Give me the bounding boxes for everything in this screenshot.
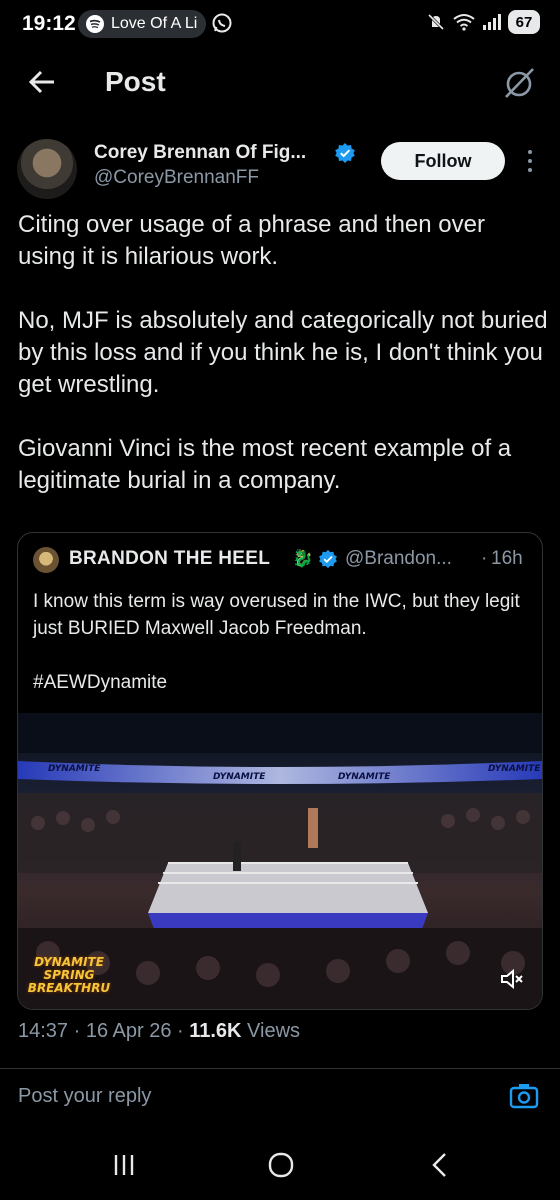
system-icons: 67: [426, 10, 540, 34]
views-label: Views: [241, 1020, 301, 1042]
recent-apps-button[interactable]: [112, 1152, 136, 1178]
reply-bar[interactable]: Post your reply: [0, 1069, 560, 1125]
arena-banner-text-2: DYNAMITE: [213, 772, 266, 782]
quote-video[interactable]: DYNAMITE DYNAMITE DYNAMITE DYNAMITE DYNA…: [18, 713, 542, 1009]
post-paragraph: No, MJF is absolutely and categorically …: [18, 307, 548, 398]
arena-banner-text-1: DYNAMITE: [48, 764, 101, 774]
post-timestamp: 14:37 · 16 Apr 26 ·: [18, 1020, 190, 1042]
quote-author-name: BRANDON THE HEEL: [69, 548, 271, 569]
quoted-post[interactable]: BRANDON THE HEEL 🐉 @Brandon... · 16h I k…: [17, 532, 543, 1010]
chevron-left-icon: [432, 1153, 446, 1177]
signal-icon: [483, 14, 501, 30]
mute-icon: [427, 13, 445, 31]
quote-hashtag: #AEWDynamite: [33, 672, 168, 693]
author-handle[interactable]: @CoreyBrennanFF: [94, 167, 259, 189]
video-mute-button[interactable]: [498, 965, 526, 993]
camera-icon: [509, 1084, 539, 1109]
arena-banner-text-4: DYNAMITE: [488, 764, 541, 774]
post-paragraph: Citing over usage of a phrase and then o…: [18, 211, 485, 270]
quote-timestamp: 16h: [491, 548, 523, 569]
camera-button[interactable]: [508, 1081, 540, 1111]
post-meta: 14:37 · 16 Apr 26 · 11.6K Views: [18, 1020, 300, 1043]
more-vertical-icon: [528, 150, 532, 172]
now-playing-title: Love Of A Li: [111, 15, 198, 32]
back-button[interactable]: [24, 64, 60, 100]
author-avatar[interactable]: [17, 139, 77, 199]
grok-icon: [505, 68, 534, 98]
dragon-emoji: 🐉: [292, 549, 314, 568]
grok-button[interactable]: [500, 64, 538, 102]
battery-indicator: 67: [508, 10, 540, 34]
quote-author-handle: @Brandon...: [345, 548, 452, 569]
event-logo-bottom: SPRING BREAKTHRU: [27, 968, 111, 995]
home-circle-icon: [268, 1152, 294, 1178]
volume-off-icon: [501, 968, 523, 990]
quote-verified-badge-icon: [318, 549, 338, 574]
more-options-button[interactable]: [523, 146, 537, 176]
post-paragraph: Giovanni Vinci is the most recent exampl…: [18, 435, 512, 494]
event-logo: DYNAMITE SPRING BREAKTHRU: [26, 956, 112, 995]
reply-input-placeholder[interactable]: Post your reply: [18, 1085, 151, 1108]
system-back-button[interactable]: [429, 1151, 449, 1179]
quote-paragraph: I know this term is way overused in the …: [33, 591, 520, 639]
status-time: 19:12: [22, 12, 76, 35]
whatsapp-icon: [211, 12, 233, 39]
author-name[interactable]: Corey Brennan Of Fig...: [94, 142, 306, 164]
status-bar: 19:12 Love Of A Li 67: [0, 0, 560, 56]
spotify-icon: [86, 15, 104, 33]
verified-badge-icon: [334, 142, 356, 169]
quote-separator: ·: [481, 548, 488, 569]
follow-button[interactable]: Follow: [381, 142, 505, 180]
quote-body: I know this term is way overused in the …: [33, 588, 533, 723]
system-nav-bar: [0, 1130, 560, 1200]
views-count[interactable]: 11.6K: [189, 1020, 241, 1042]
arrow-left-icon: [28, 70, 54, 94]
arena-banner-text-3: DYNAMITE: [338, 772, 391, 782]
post-body: Citing over usage of a phrase and then o…: [18, 209, 548, 529]
wifi-icon: [453, 14, 475, 31]
recent-apps-icon: [114, 1155, 134, 1175]
home-button[interactable]: [268, 1152, 294, 1178]
quote-author-avatar: [33, 547, 59, 573]
page-title: Post: [105, 66, 166, 97]
now-playing-chip[interactable]: Love Of A Li: [78, 10, 206, 38]
top-bar: Post: [0, 56, 560, 108]
